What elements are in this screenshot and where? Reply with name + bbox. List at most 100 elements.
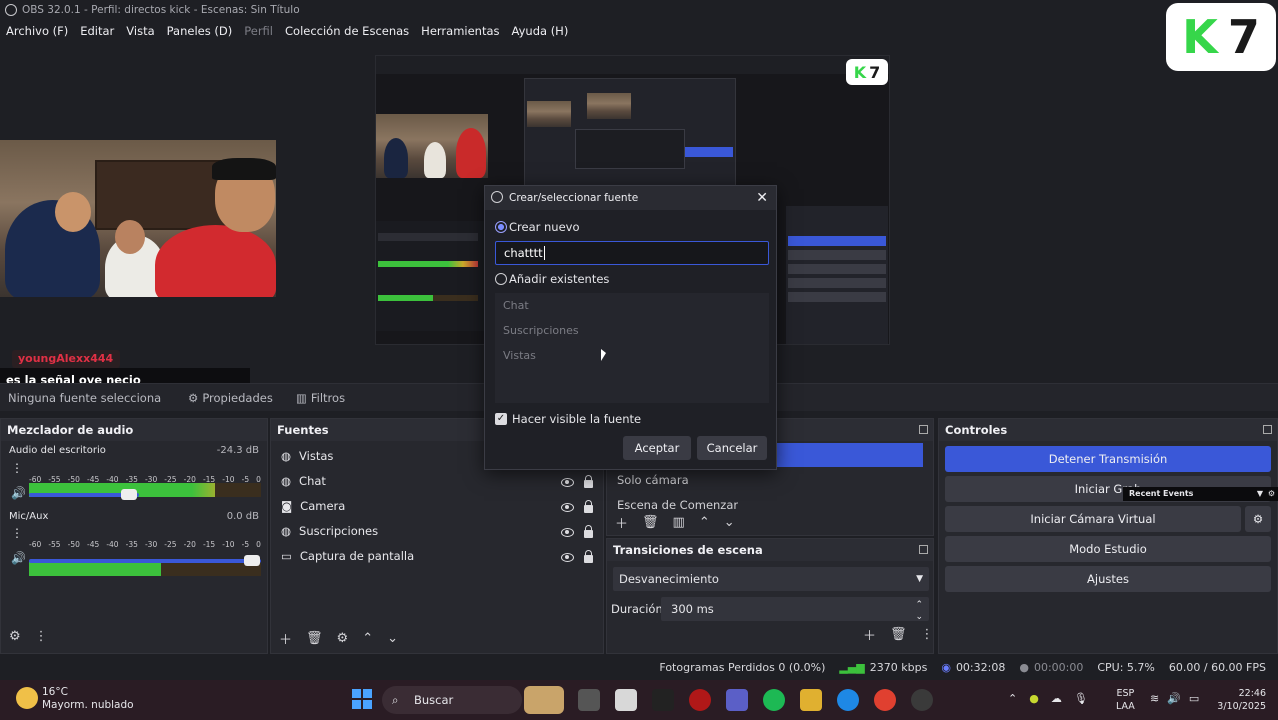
existing-item-chat[interactable]: Chat [495, 293, 769, 318]
channel-desktop-volume-handle[interactable] [121, 489, 137, 500]
cancel-button[interactable]: Cancelar [697, 436, 767, 460]
gear-icon: ⚙ [188, 390, 199, 405]
settings-button[interactable]: Ajustes [945, 566, 1271, 592]
clock[interactable]: 22:46 3/10/2025 [1208, 687, 1266, 713]
add-scene-icon[interactable]: ＋ [615, 513, 628, 532]
duration-value: 300 ms [671, 602, 714, 616]
meter-tick-label: -45 [86, 475, 100, 484]
accept-button[interactable]: Aceptar [623, 436, 691, 460]
move-down-icon[interactable]: ⌄ [387, 631, 398, 646]
mixer-menu-icon[interactable]: ⋮ [35, 629, 48, 644]
move-up-icon[interactable]: ⌃ [362, 631, 373, 646]
folder-icon[interactable] [800, 689, 822, 711]
menu-archivo[interactable]: Archivo (F) [6, 24, 68, 38]
transition-select[interactable]: Desvanecimiento ▼ [613, 567, 929, 591]
speaker-icon[interactable]: 🔊 [11, 486, 26, 500]
create-new-radio[interactable]: Crear nuevo [495, 220, 580, 234]
microphone-icon[interactable]: 🎙 [1074, 692, 1088, 705]
eye-icon[interactable] [561, 551, 574, 565]
menu-vista[interactable]: Vista [126, 24, 154, 38]
menu-editar[interactable]: Editar [80, 24, 114, 38]
store-icon[interactable] [615, 689, 637, 711]
existing-item-suscripciones[interactable]: Suscripciones [495, 318, 769, 343]
source-item-camera[interactable]: ◙ Camera [271, 493, 603, 518]
add-existing-radio[interactable]: Añadir existentes [495, 272, 609, 286]
move-down-icon[interactable]: ⌄ [724, 515, 735, 530]
trash-icon[interactable]: 🗑 [306, 631, 323, 646]
gear-icon[interactable]: ⚙ [1268, 487, 1275, 501]
scene-item-solo-camara[interactable]: Solo cámara [617, 473, 689, 487]
popout-icon[interactable] [919, 545, 928, 554]
menu-paneles[interactable]: Paneles (D) [167, 24, 233, 38]
studio-mode-button[interactable]: Modo Estudio [945, 536, 1271, 562]
source-item-suscripciones[interactable]: ◍ Suscripciones [271, 518, 603, 543]
taskbar-search[interactable]: ⌕ Buscar [382, 686, 522, 714]
spotify-icon[interactable] [763, 689, 785, 711]
filter-icon[interactable]: ▥ [673, 515, 685, 530]
language-indicator[interactable]: ESP LAA [1116, 687, 1135, 713]
add-source-icon[interactable]: ＋ [279, 629, 292, 648]
lock-icon[interactable] [584, 500, 593, 516]
duration-spinbox[interactable]: 300 ms ⌃ ⌄ [661, 597, 929, 622]
virtual-camera-button[interactable]: Iniciar Cámara Virtual [945, 506, 1241, 532]
channel-mic-menu-icon[interactable]: ⋮ [11, 526, 23, 540]
mic-speaker-icon[interactable]: 🔊 [11, 551, 26, 565]
virtual-camera-gear-icon[interactable]: ⚙ [1245, 506, 1271, 532]
preview-nested-menubar [376, 56, 889, 74]
tray-app-icon[interactable]: ● [1029, 692, 1039, 705]
filter-icon[interactable]: ▼ [1257, 487, 1263, 501]
stop-stream-button[interactable]: Detener Transmisión [945, 446, 1271, 472]
close-icon[interactable]: ✕ [756, 186, 768, 210]
quick-settings[interactable]: ≋ 🔊 ▭ [1150, 692, 1199, 705]
teams-icon[interactable] [726, 689, 748, 711]
search-label: Buscar [414, 693, 454, 707]
add-transition-icon[interactable]: ＋ [863, 625, 876, 644]
popout-icon[interactable] [1263, 425, 1272, 434]
task-view-icon[interactable] [578, 689, 600, 711]
obs-logo-icon [5, 4, 17, 16]
source-item-captura[interactable]: ▭ Captura de pantalla [271, 543, 603, 568]
channel-desktop-menu-icon[interactable]: ⋮ [11, 461, 23, 475]
meter-tick-label: -50 [67, 540, 80, 549]
source-label: Vistas [299, 448, 334, 463]
menu-coleccion-escenas[interactable]: Colección de Escenas [285, 24, 409, 38]
move-up-icon[interactable]: ⌃ [699, 515, 710, 530]
epic-games-icon[interactable] [652, 689, 674, 711]
properties-button[interactable]: ⚙ Propiedades [188, 391, 273, 405]
monitor-icon: ▭ [281, 548, 292, 563]
scene-selected-row[interactable] [777, 443, 923, 467]
weather-icon[interactable] [16, 687, 38, 709]
lock-icon[interactable] [584, 475, 593, 491]
cloud-icon[interactable]: ☁ [1051, 692, 1062, 705]
popout-icon[interactable] [919, 425, 928, 434]
trash-icon[interactable]: 🗑 [642, 515, 659, 530]
edge-icon[interactable] [837, 689, 859, 711]
windows-start-icon[interactable] [352, 689, 372, 709]
transition-menu-icon[interactable]: ⋮ [921, 627, 934, 642]
channel-mic-volume-slider[interactable] [29, 559, 261, 563]
eye-icon[interactable] [561, 502, 574, 515]
menu-ayuda[interactable]: Ayuda (H) [512, 24, 569, 38]
trash-icon[interactable]: 🗑 [890, 627, 907, 642]
existing-item-vistas[interactable]: Vistas [495, 343, 769, 368]
make-visible-checkbox[interactable]: ✓ Hacer visible la fuente [495, 412, 641, 426]
eye-icon[interactable] [561, 477, 574, 490]
eye-icon[interactable] [561, 526, 574, 540]
advanced-audio-gear-icon[interactable]: ⚙ [9, 629, 21, 644]
record-app-icon[interactable] [689, 689, 711, 711]
weather-widget[interactable]: 16°C Mayorm. nublado [42, 686, 134, 712]
channel-mic-volume-handle[interactable] [244, 555, 260, 566]
lock-icon[interactable] [584, 525, 593, 541]
filters-button[interactable]: ▥ Filtros [296, 391, 345, 405]
source-gear-icon[interactable]: ⚙ [337, 631, 349, 646]
add-existing-label: Añadir existentes [509, 272, 610, 286]
source-name-input[interactable]: chatttt [495, 241, 769, 265]
chrome-icon[interactable] [874, 689, 896, 711]
menu-perfil[interactable]: Perfil [244, 24, 273, 38]
menu-herramientas[interactable]: Herramientas [421, 24, 499, 38]
chevron-up-icon[interactable]: ⌃ [1008, 692, 1017, 705]
source-item-chat[interactable]: ◍ Chat [271, 468, 603, 493]
obs-taskbar-icon[interactable] [911, 689, 933, 711]
lock-icon[interactable] [584, 550, 593, 566]
scene-item-comenzar[interactable]: Escena de Comenzar [617, 498, 738, 512]
